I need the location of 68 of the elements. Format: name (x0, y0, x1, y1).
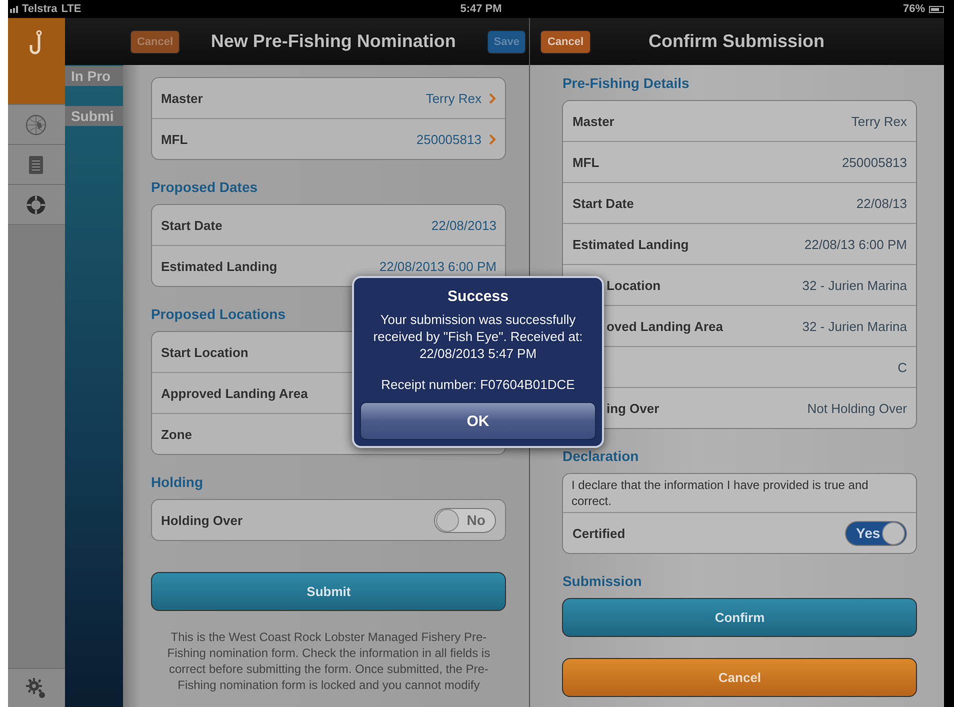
clock: 5:47 PM (459, 3, 503, 15)
section-heading: Proposed Locations (150, 306, 286, 322)
lifebuoy-icon (26, 194, 46, 214)
info-text: This is the West Coast Rock Lobster Managed Fishery Pre-Fishing nomination form. Check the information in all fields is correct before submitting the form. Once submitted, the Pre-Fishing nomination form is locked and you cannot modify (166, 629, 492, 693)
alert-message: Your submission was successfully received by "Fish Eye". Received at: 22/08/2013 5:47 PM (372, 311, 584, 362)
sidebar-tab[interactable] (8, 105, 65, 145)
field-value: Terry Rex (426, 90, 482, 106)
signal-icon (10, 6, 18, 12)
field-value: C (898, 360, 908, 374)
field-label: Location (606, 278, 661, 292)
field-value: 22/08/2013 (431, 218, 496, 232)
settings-button[interactable] (8, 668, 65, 707)
declaration-text: I declare that the information I have provided is true and correct. (571, 477, 870, 509)
field-value: 22/08/2013 6:00 PM (379, 258, 496, 274)
field-label: Estimated Landing (572, 236, 689, 252)
notepad-icon (28, 154, 44, 174)
toggle-switch[interactable]: Yes (845, 520, 908, 546)
submit-button[interactable]: Submit (150, 572, 506, 611)
field-label: Estimated Landing (160, 258, 278, 274)
toggle-switch[interactable]: No (434, 508, 496, 532)
field-label: Start Location (160, 344, 248, 360)
field-label: Zone (160, 426, 192, 442)
screen-title: New Pre-Fishing Nomination (210, 31, 456, 52)
section-heading: Submission (562, 573, 642, 589)
field-value: 22/08/13 6:00 PM (804, 236, 908, 252)
field-label: Start Date (160, 218, 222, 232)
field-value: 32 - Jurien Marina (802, 278, 908, 292)
field-label: Master (160, 90, 203, 106)
field-value: 250005813 (842, 154, 908, 170)
sidebar-tab[interactable] (8, 185, 65, 225)
field-label: Master (572, 114, 614, 128)
field-value: Not Holding Over (807, 400, 908, 416)
section-heading: Holding (150, 474, 204, 490)
field-label: Holding Over (160, 512, 243, 528)
alert-title: Success (448, 288, 508, 305)
cancel-button[interactable]: Cancel (540, 30, 591, 54)
hook-icon (28, 30, 44, 56)
field-label: Approved Landing Area (160, 386, 308, 400)
field-value: 32 - Jurien Marina (802, 318, 908, 334)
screen-title: Confirm Submission (648, 31, 825, 52)
settings-icon (25, 677, 48, 699)
field-label: MFL (160, 132, 188, 146)
carrier-name: Telstra (22, 3, 58, 15)
globe-icon (25, 114, 48, 136)
field-value: 250005813 (416, 132, 482, 146)
battery-percent: 76% (902, 3, 925, 15)
cancel-button[interactable]: Cancel (562, 658, 918, 697)
field-value: 22/08/13 (856, 196, 908, 210)
chevron-icon[interactable] (489, 92, 496, 104)
confirm-button[interactable]: Confirm (562, 598, 918, 637)
field-label: ing Over (606, 400, 660, 416)
section-heading: Proposed Dates (150, 179, 258, 195)
field-label: oved Landing Area (606, 318, 723, 334)
receipt-number: Receipt number: F07604B01DCE (381, 376, 575, 393)
section-heading: Declaration (562, 448, 639, 464)
section-heading: Pre-Fishing Details (562, 75, 690, 91)
list-item[interactable]: In Pro (64, 66, 123, 86)
field-label: Start Date (572, 196, 634, 210)
network-type: LTE (61, 3, 82, 15)
sidebar-tab[interactable] (8, 18, 65, 105)
list-item[interactable]: Submi (64, 106, 123, 126)
field-label: Certified (572, 526, 626, 540)
field-label: MFL (572, 154, 600, 170)
chevron-icon[interactable] (489, 134, 496, 144)
field-value: Terry Rex (851, 114, 908, 128)
ok-button[interactable]: OK (360, 402, 596, 440)
sidebar-tab[interactable] (8, 145, 65, 185)
battery-icon (929, 6, 944, 12)
